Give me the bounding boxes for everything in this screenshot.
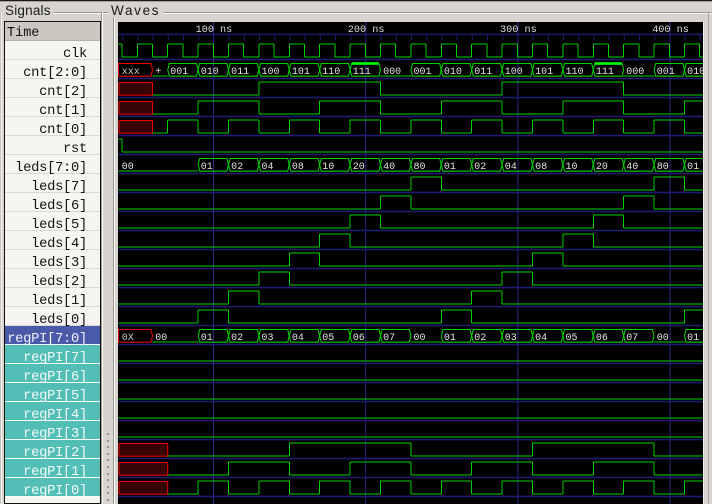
svg-text:04: 04 [505, 162, 517, 173]
svg-text:400 ns: 400 ns [652, 25, 689, 36]
svg-text:01: 01 [444, 162, 456, 173]
svg-text:80: 80 [414, 162, 426, 173]
svg-text:06: 06 [596, 333, 608, 344]
svg-text:00: 00 [122, 162, 134, 173]
svg-text:010: 010 [687, 67, 703, 78]
svg-text:111: 111 [353, 67, 371, 78]
svg-text:02: 02 [474, 333, 486, 344]
svg-text:110: 110 [322, 67, 340, 78]
svg-text:000: 000 [383, 67, 401, 78]
svg-text:00: 00 [414, 333, 426, 344]
svg-text:110: 110 [566, 67, 584, 78]
svg-text:40: 40 [626, 162, 638, 173]
svg-text:04: 04 [535, 333, 547, 344]
svg-text:111: 111 [596, 67, 614, 78]
svg-text:00: 00 [657, 333, 669, 344]
svg-text:200 ns: 200 ns [348, 25, 385, 36]
svg-text:10: 10 [566, 162, 578, 173]
svg-text:10: 10 [322, 162, 334, 173]
svg-text:07: 07 [626, 333, 638, 344]
svg-text:01: 01 [687, 162, 699, 173]
svg-text:04: 04 [292, 333, 304, 344]
svg-text:000: 000 [626, 67, 644, 78]
svg-text:100 ns: 100 ns [196, 25, 233, 36]
svg-text:xxx: xxx [122, 67, 140, 78]
svg-text:100: 100 [262, 67, 280, 78]
svg-text:02: 02 [474, 162, 486, 173]
svg-text:010: 010 [201, 67, 219, 78]
svg-text:08: 08 [292, 162, 304, 173]
svg-text:08: 08 [535, 162, 547, 173]
svg-text:06: 06 [353, 333, 365, 344]
svg-text:001: 001 [657, 67, 675, 78]
svg-text:011: 011 [474, 67, 492, 78]
svg-text:05: 05 [322, 333, 334, 344]
svg-text:05: 05 [566, 333, 578, 344]
svg-text:20: 20 [353, 162, 365, 173]
svg-text:0X: 0X [122, 333, 134, 344]
svg-text:100: 100 [505, 67, 523, 78]
svg-text:02: 02 [231, 333, 243, 344]
svg-text:101: 101 [292, 67, 310, 78]
svg-text:+: + [155, 67, 161, 78]
svg-text:07: 07 [383, 333, 395, 344]
svg-text:02: 02 [231, 162, 243, 173]
svg-text:01: 01 [201, 333, 213, 344]
svg-text:03: 03 [505, 333, 517, 344]
svg-text:010: 010 [444, 67, 462, 78]
svg-text:00: 00 [155, 333, 167, 344]
svg-text:001: 001 [414, 67, 432, 78]
svg-text:011: 011 [231, 67, 249, 78]
svg-text:101: 101 [535, 67, 553, 78]
svg-text:01: 01 [444, 333, 456, 344]
svg-text:80: 80 [657, 162, 669, 173]
svg-text:40: 40 [383, 162, 395, 173]
svg-text:01: 01 [687, 333, 699, 344]
svg-text:001: 001 [170, 67, 188, 78]
svg-text:20: 20 [596, 162, 608, 173]
svg-text:01: 01 [201, 162, 213, 173]
svg-text:03: 03 [262, 333, 274, 344]
svg-text:300 ns: 300 ns [500, 25, 537, 36]
svg-text:04: 04 [262, 162, 274, 173]
